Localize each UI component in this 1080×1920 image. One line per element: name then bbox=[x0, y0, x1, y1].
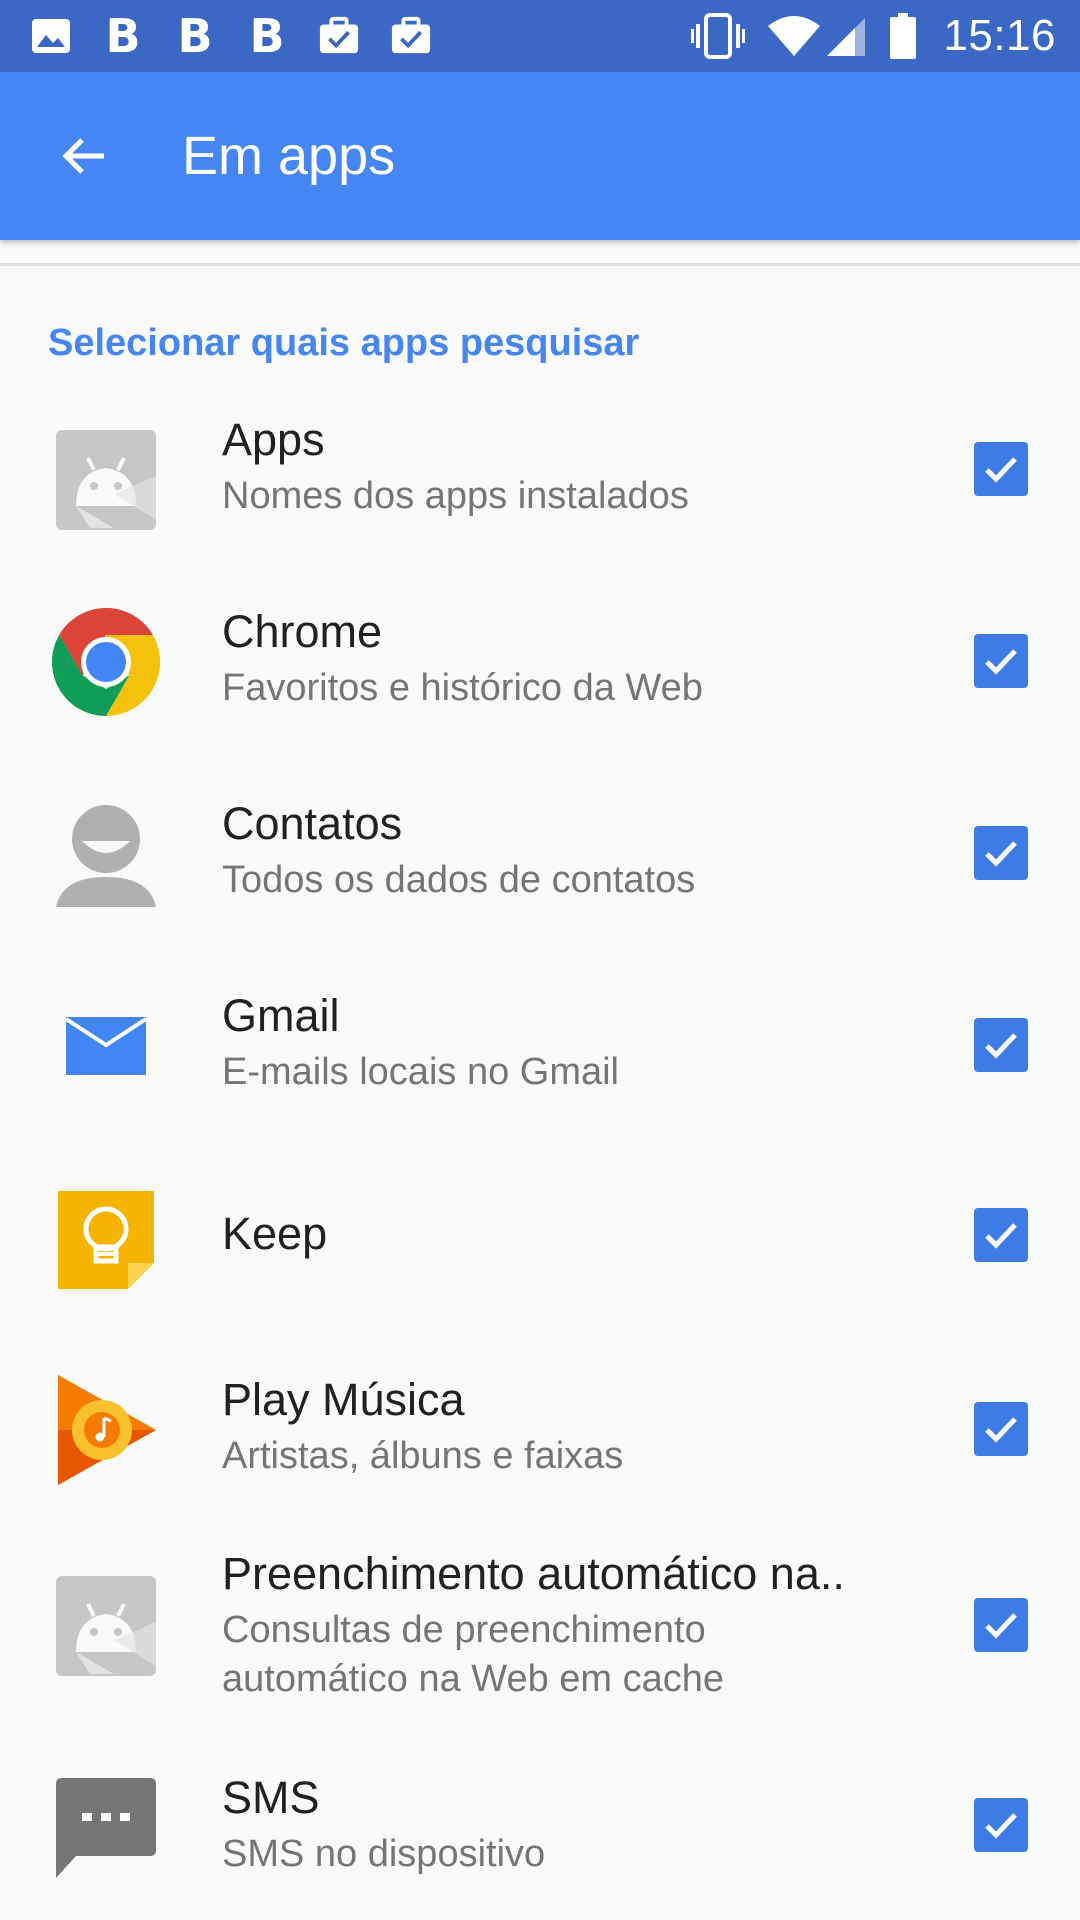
clock: 15:16 bbox=[943, 11, 1056, 60]
list-item-text: SMS SMS no dispositivo bbox=[222, 1770, 902, 1879]
contacts-icon bbox=[48, 796, 164, 912]
list-item-text: Gmail E-mails locais no Gmail bbox=[222, 988, 902, 1097]
list-item-subtitle: SMS no dispositivo bbox=[222, 1833, 546, 1875]
check-icon bbox=[985, 1223, 1017, 1249]
b-notification-letter: B bbox=[177, 9, 213, 63]
chrome-icon bbox=[48, 604, 164, 720]
play-music-icon bbox=[48, 1372, 164, 1488]
system-icons: 15:16 bbox=[669, 11, 1056, 61]
list-item-title: Chrome bbox=[222, 606, 383, 657]
back-button[interactable] bbox=[36, 108, 132, 204]
status-bar: B B B 15:16 bbox=[0, 0, 1080, 72]
gmail-checkbox[interactable] bbox=[974, 1018, 1028, 1072]
b-notification-icon: B bbox=[102, 9, 144, 63]
check-icon bbox=[985, 1033, 1017, 1059]
b-notification-icon: B bbox=[246, 9, 288, 63]
section-header: Selecionar quais apps pesquisar bbox=[48, 322, 640, 364]
chrome-checkbox[interactable] bbox=[974, 634, 1028, 688]
mail-icon bbox=[48, 988, 164, 1104]
list-item-contatos[interactable]: Contatos Todos os dados de contatos bbox=[0, 796, 1080, 968]
check-icon bbox=[985, 649, 1017, 675]
preenchimento-checkbox[interactable] bbox=[974, 1598, 1028, 1652]
list-item-title: Play Música bbox=[222, 1374, 465, 1425]
vibrate-icon bbox=[691, 13, 746, 59]
list-item-subtitle: Favoritos e histórico da Web bbox=[222, 667, 703, 709]
check-icon bbox=[985, 1813, 1017, 1839]
apps-checkbox[interactable] bbox=[974, 442, 1028, 496]
list-item-text: Chrome Favoritos e histórico da Web bbox=[222, 604, 902, 713]
list-item-subtitle: Artistas, álbuns e faixas bbox=[222, 1435, 624, 1477]
contatos-checkbox[interactable] bbox=[974, 826, 1028, 880]
list-item-title: Preenchimento automático na.. bbox=[222, 1548, 845, 1599]
divider bbox=[0, 263, 1080, 266]
check-icon bbox=[985, 841, 1017, 867]
keep-checkbox[interactable] bbox=[974, 1208, 1028, 1262]
battery-icon bbox=[889, 13, 917, 59]
notification-icons: B B B bbox=[30, 9, 462, 63]
list-item-title: SMS bbox=[222, 1772, 320, 1823]
list-item-title: Gmail bbox=[222, 990, 340, 1041]
list-item-play-musica[interactable]: Play Música Artistas, álbuns e faixas bbox=[0, 1372, 1080, 1544]
check-icon bbox=[985, 1613, 1017, 1639]
check-icon bbox=[985, 1417, 1017, 1443]
list-item-subtitle: E-mails locais no Gmail bbox=[222, 1051, 619, 1093]
list-item-title: Contatos bbox=[222, 798, 403, 849]
sms-icon bbox=[48, 1770, 164, 1886]
list-item-text: Play Música Artistas, álbuns e faixas bbox=[222, 1372, 902, 1481]
list-item-title: Keep bbox=[222, 1208, 328, 1259]
briefcase-check-icon bbox=[390, 15, 432, 57]
android-apps-icon bbox=[48, 422, 164, 538]
briefcase-check-icon bbox=[318, 15, 360, 57]
b-notification-icon: B bbox=[174, 9, 216, 63]
app-bar: Em apps bbox=[0, 72, 1080, 240]
b-notification-letter: B bbox=[249, 9, 285, 63]
list-item-subtitle: Todos os dados de contatos bbox=[222, 859, 696, 901]
list-item-text: Keep bbox=[222, 1206, 902, 1262]
sms-checkbox[interactable] bbox=[974, 1798, 1028, 1852]
list-item-preenchimento[interactable]: Preenchimento automático na.. Consultas … bbox=[0, 1546, 1080, 1718]
list-item-title: Apps bbox=[222, 414, 325, 465]
list-item-text: Contatos Todos os dados de contatos bbox=[222, 796, 902, 905]
arrow-back-icon bbox=[62, 138, 104, 174]
list-item-keep[interactable]: Keep bbox=[0, 1178, 1080, 1350]
list-item-subtitle: Nomes dos apps instalados bbox=[222, 475, 689, 517]
list-item-text: Preenchimento automático na.. Consultas … bbox=[222, 1546, 882, 1704]
list-item-apps[interactable]: Apps Nomes dos apps instalados bbox=[0, 412, 1080, 584]
play-musica-checkbox[interactable] bbox=[974, 1402, 1028, 1456]
keep-icon bbox=[48, 1182, 164, 1298]
android-autofill-icon bbox=[48, 1568, 164, 1684]
signal-icon bbox=[825, 16, 867, 56]
check-icon bbox=[985, 457, 1017, 483]
b-notification-letter: B bbox=[105, 9, 141, 63]
list-item-subtitle: Consultas de preenchimento automático na… bbox=[222, 1609, 725, 1700]
list-item-gmail[interactable]: Gmail E-mails locais no Gmail bbox=[0, 988, 1080, 1160]
list-item-text: Apps Nomes dos apps instalados bbox=[222, 412, 902, 521]
list-item-sms[interactable]: SMS SMS no dispositivo bbox=[0, 1770, 1080, 1920]
image-icon bbox=[30, 15, 72, 57]
page-title: Em apps bbox=[182, 126, 396, 186]
wifi-icon bbox=[767, 16, 821, 56]
list-item-chrome[interactable]: Chrome Favoritos e histórico da Web bbox=[0, 604, 1080, 776]
